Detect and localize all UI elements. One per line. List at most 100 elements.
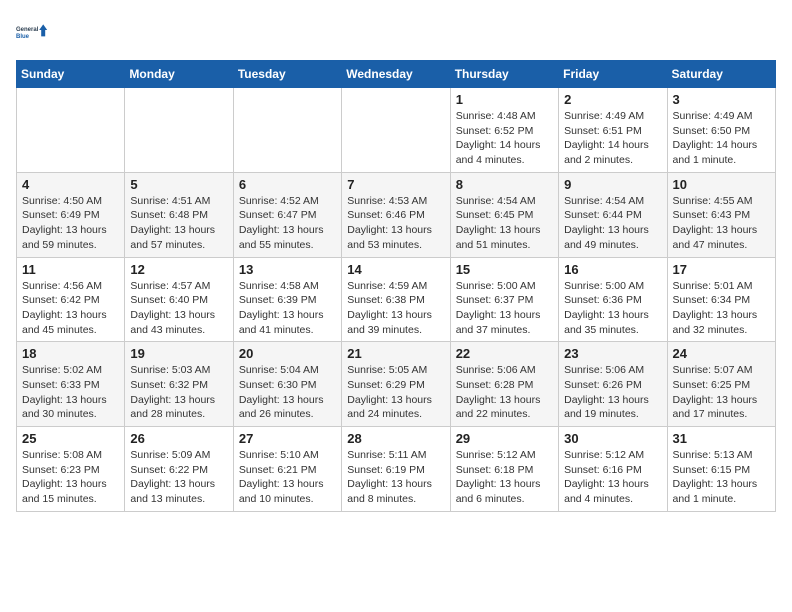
col-header-monday: Monday <box>125 61 233 88</box>
day-number: 14 <box>347 262 444 277</box>
day-info: Sunrise: 5:12 AM Sunset: 6:18 PM Dayligh… <box>456 448 553 507</box>
calendar-cell: 2Sunrise: 4:49 AM Sunset: 6:51 PM Daylig… <box>559 88 667 173</box>
day-number: 4 <box>22 177 119 192</box>
calendar-cell: 10 Sunrise: 4:55 AM Sunset: 6:43 PM Dayli… <box>667 172 775 257</box>
day-info: Sunrise: 4:50 AM Sunset: 6:49 PM Dayligh… <box>22 194 119 253</box>
day-number: 17 <box>673 262 770 277</box>
day-info: Sunrise: 4:58 AM Sunset: 6:39 PM Dayligh… <box>239 279 336 338</box>
calendar-cell: 22 Sunrise: 5:06 AM Sunset: 6:28 PM Dayli… <box>450 342 558 427</box>
day-number: 11 <box>22 262 119 277</box>
day-number: 19 <box>130 346 227 361</box>
day-number: 31 <box>673 431 770 446</box>
day-info: Sunrise: 4:48 AM Sunset: 6:52 PM Dayligh… <box>456 109 553 168</box>
calendar-cell: 9 Sunrise: 4:54 AM Sunset: 6:44 PM Daylig… <box>559 172 667 257</box>
calendar-cell: 16Sunrise: 5:00 AM Sunset: 6:36 PM Dayli… <box>559 257 667 342</box>
day-info: Sunrise: 5:12 AM Sunset: 6:16 PM Dayligh… <box>564 448 661 507</box>
page-header: General Blue <box>16 16 776 48</box>
day-info: Sunrise: 5:11 AM Sunset: 6:19 PM Dayligh… <box>347 448 444 507</box>
day-info: Sunrise: 5:13 AM Sunset: 6:15 PM Dayligh… <box>673 448 770 507</box>
calendar-table: SundayMondayTuesdayWednesdayThursdayFrid… <box>16 60 776 512</box>
day-info: Sunrise: 5:05 AM Sunset: 6:29 PM Dayligh… <box>347 363 444 422</box>
day-info: Sunrise: 4:54 AM Sunset: 6:45 PM Dayligh… <box>456 194 553 253</box>
day-info: Sunrise: 5:00 AM Sunset: 6:36 PM Dayligh… <box>564 279 661 338</box>
col-header-tuesday: Tuesday <box>233 61 341 88</box>
day-number: 18 <box>22 346 119 361</box>
day-number: 30 <box>564 431 661 446</box>
day-info: Sunrise: 4:49 AM Sunset: 6:50 PM Dayligh… <box>673 109 770 168</box>
calendar-cell <box>125 88 233 173</box>
calendar-cell <box>342 88 450 173</box>
calendar-cell: 30 Sunrise: 5:12 AM Sunset: 6:16 PM Dayli… <box>559 427 667 512</box>
day-info: Sunrise: 4:57 AM Sunset: 6:40 PM Dayligh… <box>130 279 227 338</box>
calendar-cell: 18 Sunrise: 5:02 AM Sunset: 6:33 PM Dayli… <box>17 342 125 427</box>
col-header-saturday: Saturday <box>667 61 775 88</box>
calendar-week-5: 25 Sunrise: 5:08 AM Sunset: 6:23 PM Dayli… <box>17 427 776 512</box>
calendar-cell: 28 Sunrise: 5:11 AM Sunset: 6:19 PM Dayli… <box>342 427 450 512</box>
calendar-week-4: 18 Sunrise: 5:02 AM Sunset: 6:33 PM Dayli… <box>17 342 776 427</box>
calendar-cell: 20Sunrise: 5:04 AM Sunset: 6:30 PM Dayli… <box>233 342 341 427</box>
calendar-cell: 21 Sunrise: 5:05 AM Sunset: 6:29 PM Dayli… <box>342 342 450 427</box>
day-number: 22 <box>456 346 553 361</box>
day-info: Sunrise: 5:09 AM Sunset: 6:22 PM Dayligh… <box>130 448 227 507</box>
calendar-cell: 3 Sunrise: 4:49 AM Sunset: 6:50 PM Daylig… <box>667 88 775 173</box>
day-number: 9 <box>564 177 661 192</box>
day-number: 1 <box>456 92 553 107</box>
calendar-cell: 27Sunrise: 5:10 AM Sunset: 6:21 PM Dayli… <box>233 427 341 512</box>
day-number: 25 <box>22 431 119 446</box>
col-header-wednesday: Wednesday <box>342 61 450 88</box>
calendar-cell: 5 Sunrise: 4:51 AM Sunset: 6:48 PM Daylig… <box>125 172 233 257</box>
calendar-cell: 8 Sunrise: 4:54 AM Sunset: 6:45 PM Daylig… <box>450 172 558 257</box>
day-info: Sunrise: 5:02 AM Sunset: 6:33 PM Dayligh… <box>22 363 119 422</box>
day-info: Sunrise: 5:06 AM Sunset: 6:26 PM Dayligh… <box>564 363 661 422</box>
calendar-week-2: 4 Sunrise: 4:50 AM Sunset: 6:49 PM Daylig… <box>17 172 776 257</box>
day-number: 12 <box>130 262 227 277</box>
day-number: 20 <box>239 346 336 361</box>
col-header-sunday: Sunday <box>17 61 125 88</box>
calendar-cell: 19Sunrise: 5:03 AM Sunset: 6:32 PM Dayli… <box>125 342 233 427</box>
calendar-cell: 4 Sunrise: 4:50 AM Sunset: 6:49 PM Daylig… <box>17 172 125 257</box>
day-info: Sunrise: 4:52 AM Sunset: 6:47 PM Dayligh… <box>239 194 336 253</box>
calendar-cell: 7Sunrise: 4:53 AM Sunset: 6:46 PM Daylig… <box>342 172 450 257</box>
day-info: Sunrise: 5:08 AM Sunset: 6:23 PM Dayligh… <box>22 448 119 507</box>
calendar-cell: 24 Sunrise: 5:07 AM Sunset: 6:25 PM Dayli… <box>667 342 775 427</box>
day-info: Sunrise: 4:59 AM Sunset: 6:38 PM Dayligh… <box>347 279 444 338</box>
calendar-cell: 15 Sunrise: 5:00 AM Sunset: 6:37 PM Dayli… <box>450 257 558 342</box>
calendar-cell: 14 Sunrise: 4:59 AM Sunset: 6:38 PM Dayli… <box>342 257 450 342</box>
day-number: 24 <box>673 346 770 361</box>
day-number: 8 <box>456 177 553 192</box>
calendar-cell: 17 Sunrise: 5:01 AM Sunset: 6:34 PM Dayli… <box>667 257 775 342</box>
day-number: 13 <box>239 262 336 277</box>
col-header-thursday: Thursday <box>450 61 558 88</box>
day-number: 10 <box>673 177 770 192</box>
logo-icon: General Blue <box>16 16 48 48</box>
day-info: Sunrise: 5:00 AM Sunset: 6:37 PM Dayligh… <box>456 279 553 338</box>
day-number: 5 <box>130 177 227 192</box>
calendar-cell <box>17 88 125 173</box>
calendar-cell: 23Sunrise: 5:06 AM Sunset: 6:26 PM Dayli… <box>559 342 667 427</box>
svg-text:General: General <box>16 27 39 33</box>
day-number: 6 <box>239 177 336 192</box>
svg-text:Blue: Blue <box>16 34 30 40</box>
day-number: 15 <box>456 262 553 277</box>
day-info: Sunrise: 4:55 AM Sunset: 6:43 PM Dayligh… <box>673 194 770 253</box>
day-number: 2 <box>564 92 661 107</box>
day-info: Sunrise: 4:53 AM Sunset: 6:46 PM Dayligh… <box>347 194 444 253</box>
calendar-cell: 1 Sunrise: 4:48 AM Sunset: 6:52 PM Daylig… <box>450 88 558 173</box>
calendar-cell: 11Sunrise: 4:56 AM Sunset: 6:42 PM Dayli… <box>17 257 125 342</box>
day-info: Sunrise: 5:06 AM Sunset: 6:28 PM Dayligh… <box>456 363 553 422</box>
day-info: Sunrise: 4:51 AM Sunset: 6:48 PM Dayligh… <box>130 194 227 253</box>
day-number: 29 <box>456 431 553 446</box>
calendar-week-1: 1 Sunrise: 4:48 AM Sunset: 6:52 PM Daylig… <box>17 88 776 173</box>
calendar-cell: 29 Sunrise: 5:12 AM Sunset: 6:18 PM Dayli… <box>450 427 558 512</box>
calendar-cell: 12 Sunrise: 4:57 AM Sunset: 6:40 PM Dayli… <box>125 257 233 342</box>
logo: General Blue <box>16 16 48 48</box>
calendar-header-row: SundayMondayTuesdayWednesdayThursdayFrid… <box>17 61 776 88</box>
day-info: Sunrise: 5:07 AM Sunset: 6:25 PM Dayligh… <box>673 363 770 422</box>
day-number: 28 <box>347 431 444 446</box>
day-info: Sunrise: 5:01 AM Sunset: 6:34 PM Dayligh… <box>673 279 770 338</box>
day-info: Sunrise: 5:10 AM Sunset: 6:21 PM Dayligh… <box>239 448 336 507</box>
day-number: 21 <box>347 346 444 361</box>
day-info: Sunrise: 4:54 AM Sunset: 6:44 PM Dayligh… <box>564 194 661 253</box>
day-number: 3 <box>673 92 770 107</box>
calendar-cell: 13 Sunrise: 4:58 AM Sunset: 6:39 PM Dayli… <box>233 257 341 342</box>
